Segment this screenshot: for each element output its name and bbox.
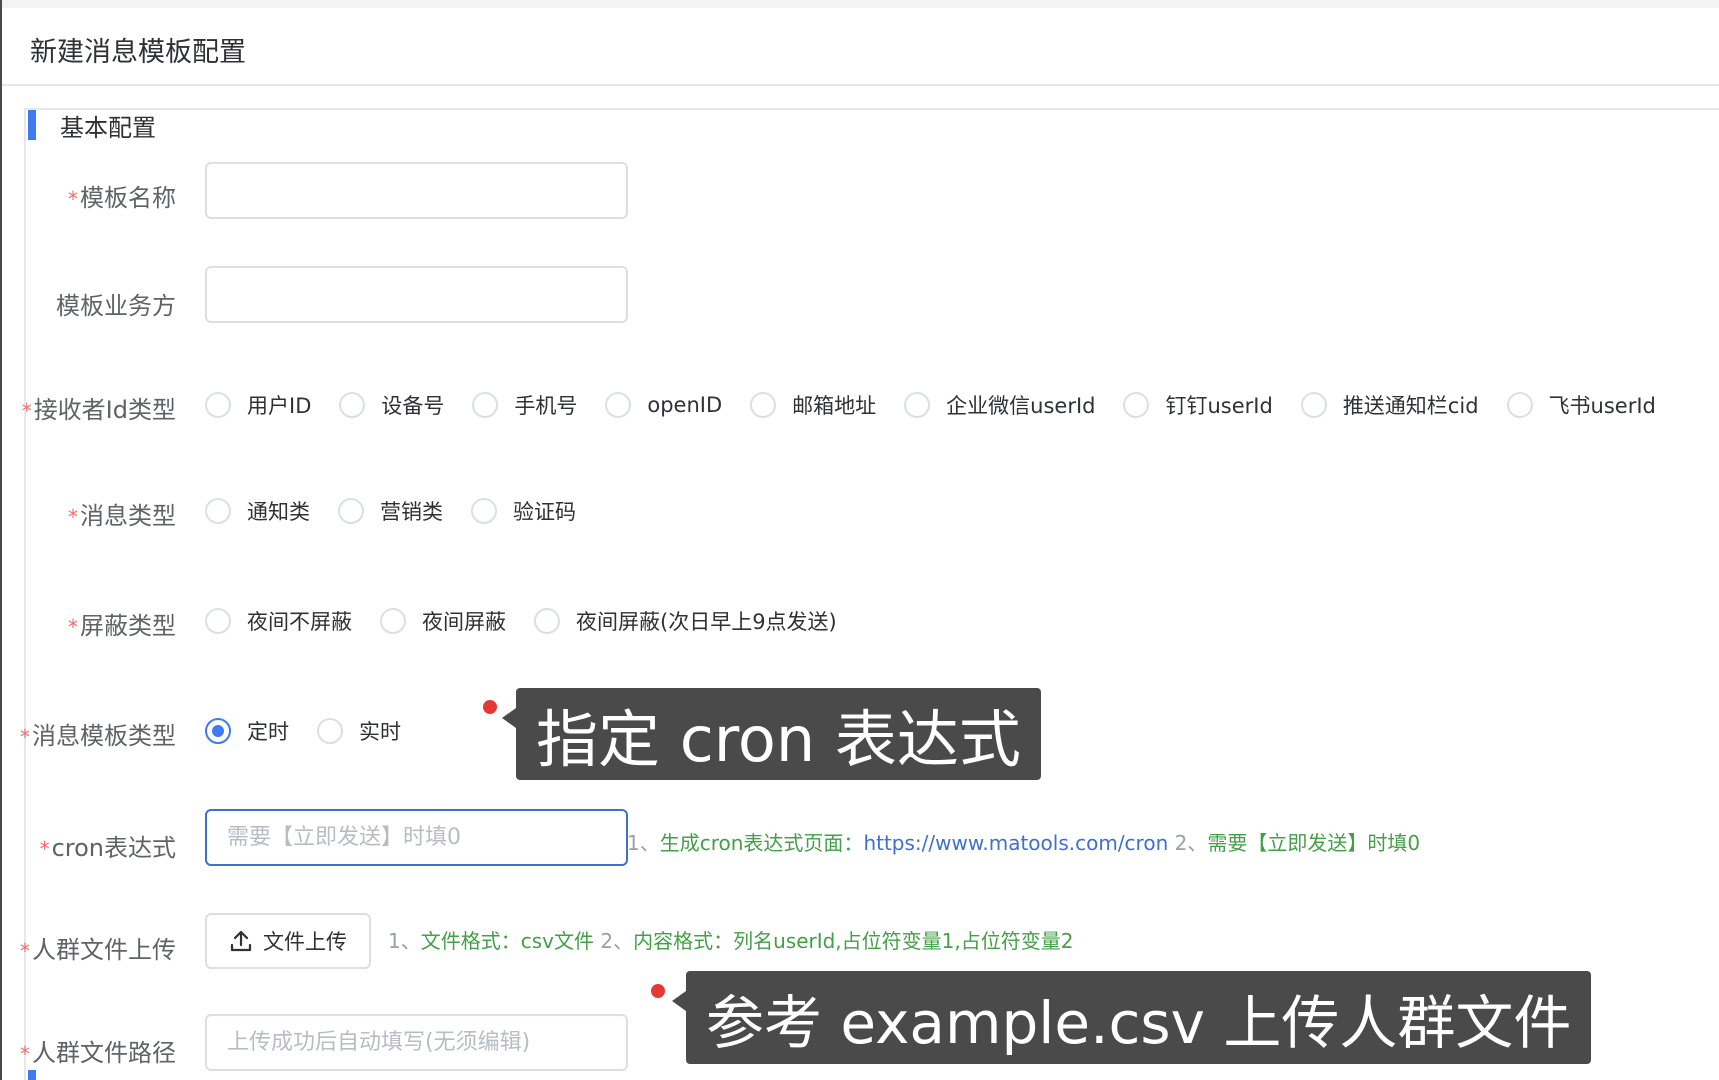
radio-circle[interactable] (205, 392, 231, 418)
message-type-label: *消息类型 (68, 502, 176, 530)
required-mark: * (20, 725, 30, 749)
message-type-group: 通知类 营销类 验证码 (205, 496, 604, 526)
radio-marketing[interactable]: 营销类 (338, 496, 443, 526)
template-kind-label: *消息模板类型 (20, 722, 176, 750)
cron-label: *cron表达式 (39, 834, 176, 862)
radio-circle[interactable] (1123, 392, 1150, 418)
next-section-accent-bar (28, 1070, 36, 1080)
radio-no-shield[interactable]: 夜间不屏蔽 (205, 606, 352, 636)
radio-circle[interactable] (380, 608, 406, 634)
annotation-marker (651, 984, 665, 998)
template-name-input[interactable] (205, 162, 628, 219)
radio-email[interactable]: 邮箱地址 (750, 390, 876, 420)
required-mark: * (21, 399, 32, 423)
radio-circle[interactable] (750, 392, 777, 418)
section-title: 基本配置 (60, 114, 156, 142)
required-mark: * (20, 939, 30, 963)
cron-input[interactable] (205, 809, 628, 866)
required-mark: * (68, 505, 78, 529)
top-strip (0, 0, 1719, 8)
cron-hint: 1、生成cron表达式页面：https://www.matools.com/cr… (627, 831, 1421, 855)
business-label: 模板业务方 (56, 292, 176, 320)
radio-verification-code[interactable]: 验证码 (471, 496, 576, 526)
file-path-input[interactable] (205, 1014, 628, 1071)
radio-circle[interactable] (471, 498, 497, 524)
radio-user-id[interactable]: 用户ID (205, 390, 311, 420)
radio-night-shield[interactable]: 夜间屏蔽 (380, 606, 506, 636)
radio-circle[interactable] (472, 392, 499, 418)
radio-night-shield-next-morning[interactable]: 夜间屏蔽(次日早上9点发送) (534, 606, 837, 636)
cron-generator-link[interactable]: https://www.matools.com/cron (863, 831, 1168, 855)
upload-hint: 1、文件格式：csv文件 2、内容格式：列名userId,占位符变量1,占位符变… (388, 929, 1074, 953)
page-title: 新建消息模板配置 (30, 37, 246, 68)
radio-circle[interactable] (1506, 392, 1533, 418)
required-mark: * (20, 1042, 30, 1066)
radio-circle[interactable] (317, 718, 343, 744)
template-kind-group: 定时 实时 (205, 716, 429, 746)
receiver-type-label: *接收者Id类型 (21, 396, 176, 424)
window-left-edge (0, 0, 2, 1080)
shield-type-group: 夜间不屏蔽 夜间屏蔽 夜间屏蔽(次日早上9点发送) (205, 606, 865, 636)
annotation-marker (483, 700, 497, 714)
radio-wecom-userid[interactable]: 企业微信userId (904, 390, 1095, 420)
radio-circle[interactable] (205, 498, 231, 524)
radio-circle[interactable] (205, 608, 231, 634)
receiver-type-group: 用户ID 设备号 手机号 openID 邮箱地址 企业微信userId 钉钉us… (205, 390, 1684, 420)
section-accent-bar (28, 110, 36, 140)
csv-annotation-tooltip: 参考 example.csv 上传人群文件 (671, 971, 1592, 1064)
radio-phone[interactable]: 手机号 (472, 390, 577, 420)
template-name-label: *模板名称 (68, 184, 176, 212)
radio-circle[interactable] (1300, 392, 1327, 418)
radio-notice[interactable]: 通知类 (205, 496, 310, 526)
required-mark: * (68, 187, 78, 211)
page-header: 新建消息模板配置 (2, 8, 1719, 86)
radio-circle[interactable] (339, 392, 366, 418)
shield-type-label: *屏蔽类型 (68, 612, 176, 640)
business-input[interactable] (205, 266, 628, 323)
radio-circle[interactable] (338, 498, 364, 524)
radio-openid[interactable]: openID (605, 392, 722, 418)
upload-icon (230, 930, 252, 952)
radio-device-id[interactable]: 设备号 (339, 390, 444, 420)
radio-circle-checked[interactable] (205, 718, 231, 744)
radio-circle[interactable] (605, 392, 632, 418)
radio-circle[interactable] (534, 608, 560, 634)
radio-circle[interactable] (904, 392, 931, 418)
file-path-label: *人群文件路径 (20, 1039, 176, 1067)
radio-feishu-userid[interactable]: 飞书userId (1506, 390, 1656, 420)
cron-annotation-tooltip: 指定 cron 表达式 (502, 688, 1041, 780)
radio-scheduled[interactable]: 定时 (205, 716, 289, 746)
radio-realtime[interactable]: 实时 (317, 716, 401, 746)
radio-dingtalk-userid[interactable]: 钉钉userId (1123, 390, 1273, 420)
required-mark: * (39, 837, 50, 861)
required-mark: * (68, 615, 78, 639)
file-upload-button[interactable]: 文件上传 (205, 913, 371, 969)
radio-push-cid[interactable]: 推送通知栏cid (1300, 390, 1479, 420)
upload-label: *人群文件上传 (20, 936, 176, 964)
